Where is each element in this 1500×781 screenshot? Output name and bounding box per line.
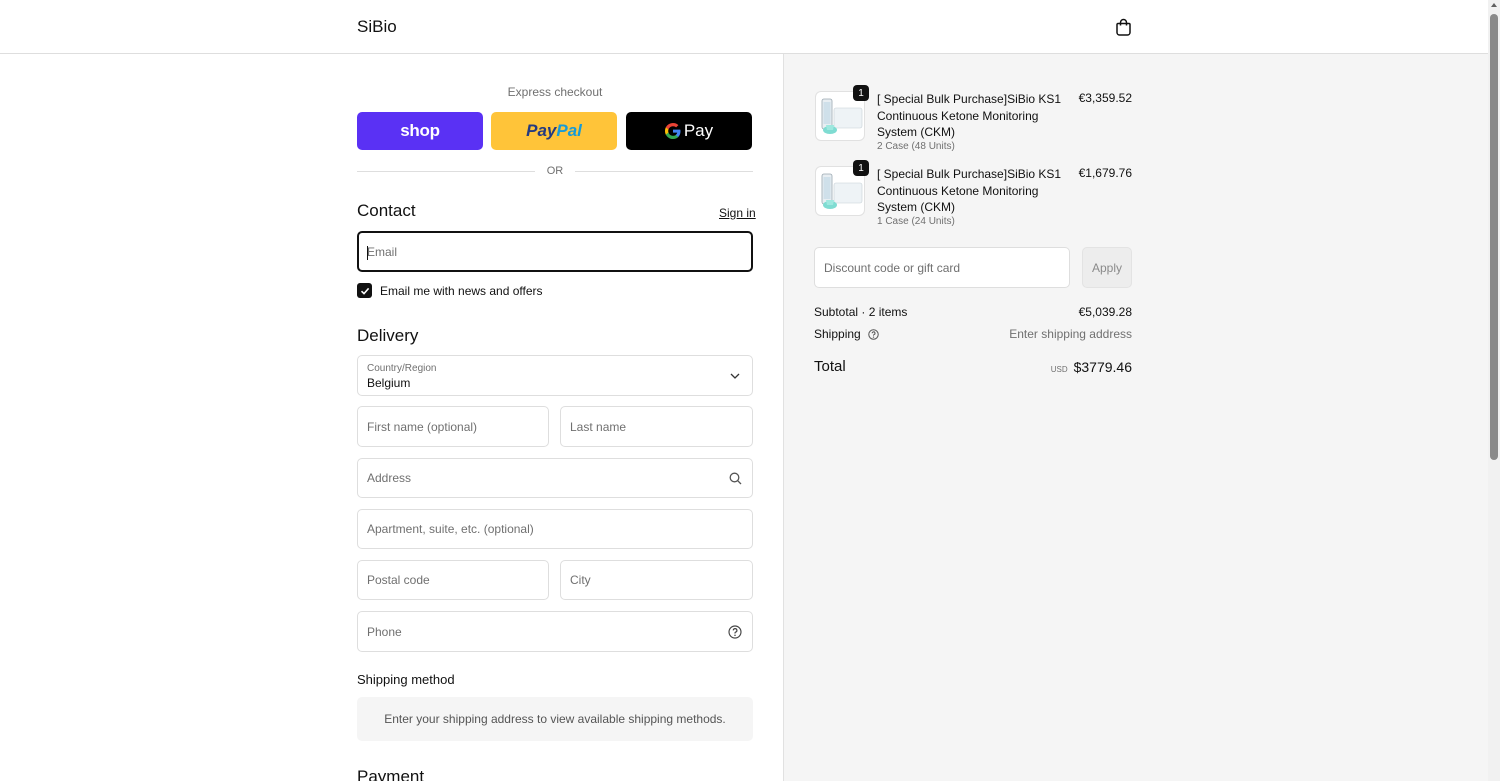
shipping-label: Shipping: [814, 327, 861, 341]
email-placeholder: Email: [367, 244, 398, 259]
postal-code-field[interactable]: Postal code: [357, 560, 549, 600]
apartment-placeholder: Apartment, suite, etc. (optional): [367, 522, 534, 536]
email-field[interactable]: Email: [357, 231, 753, 272]
cart-button[interactable]: [1112, 16, 1134, 38]
discount-code-field[interactable]: Discount code or gift card: [814, 247, 1070, 288]
apply-discount-button[interactable]: Apply: [1082, 247, 1132, 288]
google-pay-button[interactable]: Pay: [626, 112, 752, 150]
paypal-button[interactable]: PayPal: [491, 112, 617, 150]
subtotal-value: €5,039.28: [1078, 305, 1132, 319]
total-currency: USD: [1050, 364, 1068, 374]
chevron-down-icon: [728, 369, 742, 383]
order-summary-pane: [783, 54, 1488, 781]
shopping-bag-icon: [1115, 18, 1131, 36]
first-name-field[interactable]: First name (optional): [357, 406, 549, 447]
last-name-field[interactable]: Last name: [560, 406, 753, 447]
phone-field[interactable]: Phone: [357, 611, 753, 652]
first-name-placeholder: First name (optional): [367, 419, 478, 434]
order-item: 1 [ Special Bulk Purchase]SiBio KS1 Cont…: [815, 85, 1132, 153]
total-label: Total: [814, 358, 846, 375]
shop-pay-button[interactable]: shop: [357, 112, 483, 150]
quantity-badge: 1: [853, 85, 869, 101]
quantity-badge: 1: [853, 160, 869, 176]
country-select[interactable]: Country/Region Belgium: [357, 355, 753, 396]
subtotal-label: Subtotal · 2 items: [814, 305, 908, 319]
express-checkout-label: Express checkout: [507, 85, 603, 99]
help-circle-icon[interactable]: [728, 624, 742, 639]
shipping-method-heading: Shipping method: [357, 672, 455, 687]
order-item: 1 [ Special Bulk Purchase]SiBio KS1 Cont…: [815, 160, 1132, 228]
shipping-label-wrap: Shipping: [814, 327, 879, 341]
brand-logo[interactable]: SiBio: [357, 17, 397, 37]
address-field[interactable]: Address: [357, 458, 753, 498]
country-value: Belgium: [367, 376, 411, 390]
shipping-row: Shipping Enter shipping address: [814, 327, 1132, 341]
delivery-heading: Delivery: [357, 326, 419, 345]
paypal-logo: PayPal: [526, 121, 582, 140]
newsletter-checkbox[interactable]: [357, 283, 372, 298]
total-row: Total USD $3779.46: [814, 358, 1132, 375]
page-scrollbar[interactable]: [1488, 0, 1500, 781]
checkmark-icon: [360, 287, 369, 295]
shop-pay-label: shop: [400, 121, 440, 140]
item-price: €3,359.52: [1078, 91, 1132, 105]
newsletter-label: Email me with news and offers: [380, 283, 543, 298]
last-name-placeholder: Last name: [570, 419, 627, 434]
item-price: €1,679.76: [1078, 166, 1132, 180]
help-circle-icon[interactable]: [868, 329, 879, 341]
item-name: [ Special Bulk Purchase]SiBio KS1 Contin…: [877, 167, 1062, 214]
discount-placeholder: Discount code or gift card: [824, 260, 961, 275]
site-header: SiBio: [0, 0, 1488, 54]
city-placeholder: City: [570, 573, 591, 587]
scroll-up-arrow-icon[interactable]: [1491, 3, 1497, 7]
newsletter-checkbox-row[interactable]: Email me with news and offers: [357, 283, 543, 298]
scrollbar-thumb[interactable]: [1490, 14, 1498, 460]
sign-in-link[interactable]: Sign in: [719, 206, 756, 220]
city-field[interactable]: City: [560, 560, 753, 600]
total-value-wrap: USD $3779.46: [1051, 359, 1132, 375]
shipping-method-notice: Enter your shipping address to view avai…: [357, 697, 753, 741]
or-divider: OR: [357, 164, 753, 178]
google-g-icon: [664, 123, 681, 139]
item-variant: 2 Case (48 Units): [877, 141, 955, 152]
country-label: Country/Region: [367, 363, 437, 374]
phone-placeholder: Phone: [367, 624, 402, 639]
total-amount: $3779.46: [1073, 358, 1132, 375]
contact-heading: Contact: [357, 201, 416, 220]
apartment-field[interactable]: Apartment, suite, etc. (optional): [357, 509, 753, 549]
item-variant: 1 Case (24 Units): [877, 216, 955, 227]
payment-heading: Payment: [357, 767, 425, 781]
google-pay-logo: Pay: [664, 121, 713, 141]
shipping-value: Enter shipping address: [1009, 327, 1132, 341]
or-label: OR: [546, 165, 564, 177]
address-placeholder: Address: [367, 471, 412, 485]
search-icon: [728, 471, 742, 485]
postal-code-placeholder: Postal code: [367, 573, 430, 587]
subtotal-row: Subtotal · 2 items €5,039.28: [814, 305, 1132, 319]
item-name: [ Special Bulk Purchase]SiBio KS1 Contin…: [877, 92, 1062, 139]
